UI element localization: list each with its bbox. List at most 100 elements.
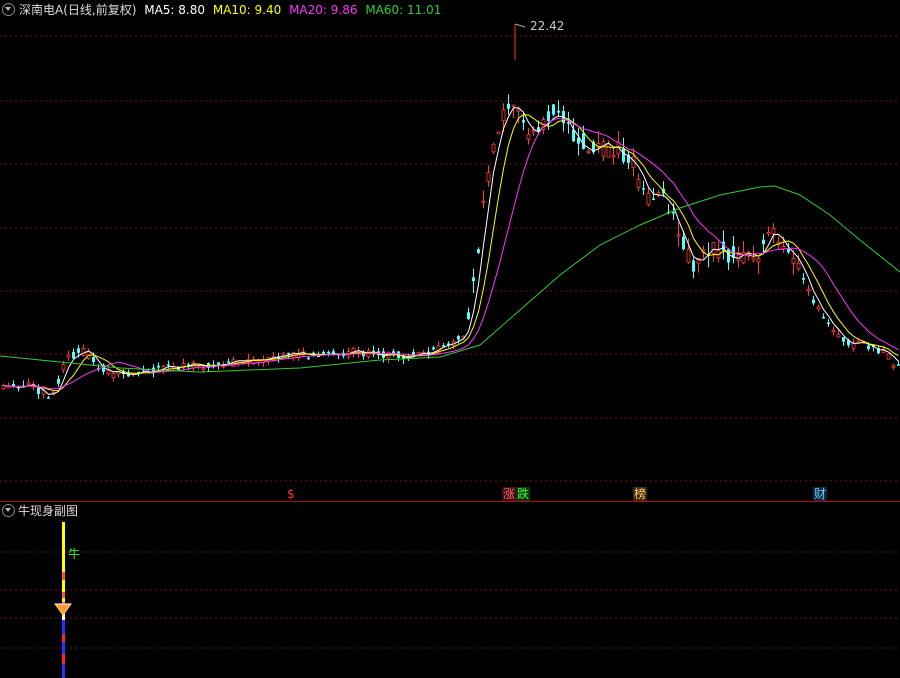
bull-signal-segment [62,654,65,664]
candle-body [201,367,206,371]
candle-body [836,333,841,338]
candle-body [66,354,71,358]
candle-body [37,387,40,394]
candle-body [217,362,220,365]
candle-body [61,364,66,371]
diamond-icon [54,603,72,616]
candle-body [831,329,836,332]
bull-signal-segment [62,580,65,592]
candle-body [77,348,80,353]
stock-title[interactable]: 深南电A(日线,前复权) [19,3,136,17]
candle-body [652,198,655,200]
ma10-label: MA10: 9.40 [212,3,282,17]
candle-body [601,141,606,157]
candle-body [842,337,845,342]
candle-body [167,364,170,366]
candle-body [472,277,475,282]
candle-body [676,234,681,237]
candle-body [111,373,116,379]
candle-body [256,360,261,363]
bull-signal-segment [62,634,65,642]
candle-body [47,397,50,399]
candle-body [622,148,625,162]
candle-body [727,249,730,263]
candle-body [756,258,761,263]
candle-body [787,248,790,253]
dropdown-arrow-icon[interactable] [2,3,15,16]
candle-body [496,131,501,134]
candlestick-chart[interactable]: 22.42 [0,0,900,502]
candle-body [672,212,675,214]
candle-body [501,109,506,122]
bull-signal-segment [62,642,65,654]
candle-body [327,351,330,354]
candle-body [827,322,830,325]
candle-body [886,353,891,360]
candle-body [557,110,560,113]
event-marker-rank[interactable]: 榜 [633,487,648,501]
candle-body [771,228,776,235]
event-marker-rise[interactable]: 涨 [502,487,517,501]
candle-body [812,299,815,304]
candle-body [516,109,521,112]
candle-body [766,231,771,235]
candle-body [682,236,685,250]
candle-body [6,385,11,389]
peak-price-label: 22.42 [530,19,564,33]
candle-body [481,200,486,204]
candle-body [547,111,550,122]
candle-body [611,155,616,158]
candle-body [606,143,611,158]
candle-body [491,143,496,153]
candle-body [781,246,786,250]
candle-body [891,365,896,368]
bull-signal-segment [62,598,65,602]
candle-body [157,365,160,368]
candle-body [692,260,695,272]
bull-signal-segment [62,664,65,678]
candle-body [642,188,645,190]
event-marker-dollar[interactable]: $ [286,487,296,501]
candle-body [307,357,310,360]
peak-pointer [514,23,526,28]
candle-body [656,192,661,195]
candle-body [507,103,510,109]
candle-body [26,382,31,385]
candle-body [467,312,470,319]
candle-body [432,347,435,350]
candle-body [806,288,811,292]
candle-body [711,242,716,254]
event-marker-fall[interactable]: 跌 [516,487,531,501]
ma20-label: MA20: 9.86 [289,3,358,17]
candle-body [816,306,821,310]
candle-body [867,345,870,349]
bull-label: 牛 [68,546,80,561]
candle-body [526,134,531,140]
bull-indicator-chart[interactable]: 牛 [0,502,900,678]
candle-body [796,262,801,270]
event-marker-finance[interactable]: 财 [813,487,828,501]
candle-body [636,178,641,188]
indicator-legend: 深南电A(日线,前复权) MA5: 8.80 MA10: 9.40 MA20: … [2,2,445,18]
candle-body [686,248,691,263]
candle-body [552,104,555,115]
candle-body [762,239,765,245]
candle-body [822,316,825,319]
candle-body [92,357,95,363]
bull-signal-segment [62,572,65,580]
candle-body [227,361,230,363]
bull-signal-segment [62,620,65,634]
candle-body [57,378,60,384]
candle-body [646,192,651,206]
candle-body [322,351,325,354]
candle-body [486,172,491,182]
candle-body [287,352,290,355]
candle-body [791,257,796,264]
candle-body [457,336,460,340]
ma5-label: MA5: 8.80 [144,3,205,17]
candle-body [81,347,86,357]
bull-signal-segment [62,592,65,598]
candle-body [511,104,516,107]
candle-body [72,351,75,359]
candle-body [802,277,805,280]
